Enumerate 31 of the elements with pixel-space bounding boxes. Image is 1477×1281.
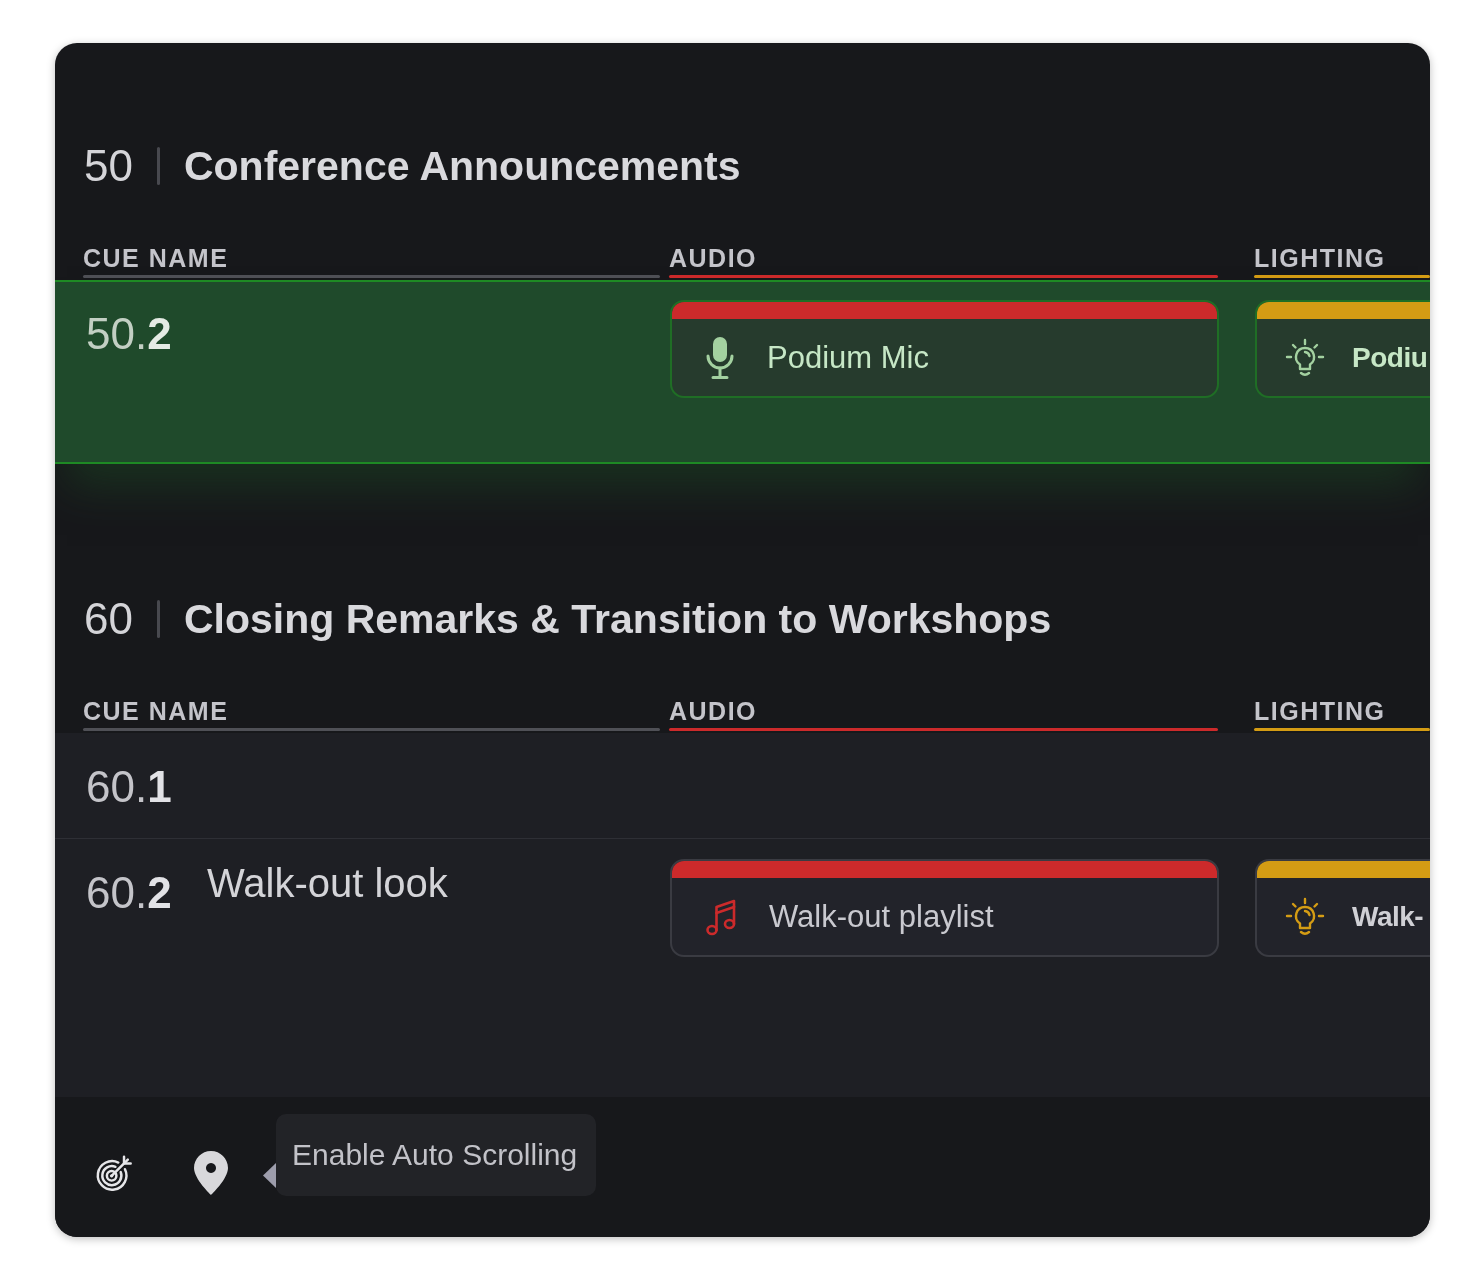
- cue-card-label: Podiu: [1352, 341, 1428, 374]
- cue-number: 60.1: [85, 761, 173, 812]
- cue-card-label: Walk-out playlist: [769, 898, 994, 935]
- microphone-icon: [705, 336, 735, 379]
- column-header: AUDIO: [669, 243, 759, 273]
- cue-number: 60.2: [85, 867, 173, 918]
- map-pin-icon[interactable]: [194, 1151, 228, 1195]
- light-bulb-icon: [1285, 337, 1325, 378]
- cue-row[interactable]: 50.2 Podium Mic Podiu: [55, 280, 1430, 464]
- cue-group-number: 60: [84, 594, 133, 644]
- cue-name: Walk-out look: [207, 860, 448, 907]
- light-bulb-icon: [1285, 896, 1325, 937]
- cue-card[interactable]: Walk-: [1255, 859, 1430, 957]
- cue-row[interactable]: 60.1: [55, 733, 1430, 838]
- column-header: LIGHTING: [1254, 696, 1387, 726]
- cue-group-number: 50: [84, 141, 133, 191]
- cue-group-title: Conference Announcements: [183, 142, 741, 191]
- cue-card[interactable]: Walk-out playlist: [670, 859, 1219, 957]
- cue-group-title: Closing Remarks & Transition to Workshops: [183, 595, 1052, 644]
- cue-card[interactable]: Podium Mic: [670, 300, 1219, 398]
- cue-card-label: Podium Mic: [767, 339, 929, 376]
- cue-number: 50.2: [85, 308, 173, 359]
- tooltip: Enable Auto Scrolling: [276, 1114, 597, 1196]
- target-icon[interactable]: [94, 1153, 135, 1193]
- column-header: AUDIO: [669, 696, 759, 726]
- column-header: CUE NAME: [83, 243, 230, 273]
- cue-row[interactable]: 60.2 Walk-out look Walk-out playlist Walk-: [55, 838, 1430, 1021]
- cue-card[interactable]: Podiu: [1255, 300, 1430, 398]
- cue-card-label: Walk-: [1352, 900, 1424, 933]
- column-header: LIGHTING: [1254, 243, 1387, 273]
- column-header: CUE NAME: [83, 696, 230, 726]
